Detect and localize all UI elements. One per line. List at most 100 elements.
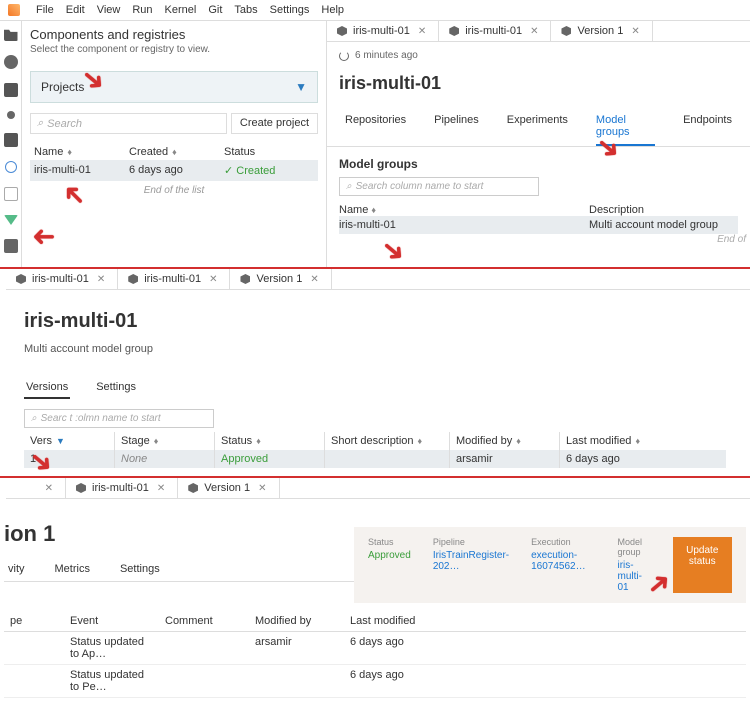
share-icon[interactable] [5, 161, 17, 173]
tab[interactable]: iris-multi-01✕ [6, 269, 118, 289]
tab[interactable]: Version 1✕ [178, 478, 279, 498]
puzzle-icon[interactable] [4, 239, 18, 253]
box-icon[interactable] [4, 187, 18, 201]
tab-settings[interactable]: Settings [118, 557, 162, 581]
create-project-button[interactable]: Create project [231, 113, 318, 134]
col-stage[interactable]: Stage♦ [114, 432, 214, 450]
close-icon[interactable]: ✕ [256, 483, 268, 494]
project-row[interactable]: iris-multi-01 6 days ago ✓ Created [30, 160, 318, 181]
dropdown-label: Projects [41, 80, 84, 94]
tab-experiments[interactable]: Experiments [507, 114, 568, 146]
magnifier-icon: ⌕ [37, 117, 43, 130]
end-of-list: End of the list [30, 185, 318, 196]
col-created[interactable]: Created♦ [129, 146, 224, 158]
cube-icon [337, 26, 347, 36]
mg-col-name[interactable]: Name ♦ [339, 204, 589, 216]
triangle-icon[interactable] [4, 215, 18, 225]
col-when[interactable]: Last modified [344, 611, 444, 631]
magnifier-icon: ⌕ [31, 413, 37, 424]
mg-search-input[interactable]: ⌕Search column name to start [339, 177, 539, 196]
mg-col-desc[interactable]: Description [589, 204, 738, 216]
menu-git[interactable]: Git [208, 4, 222, 16]
registry-dropdown[interactable]: Projects ▼ [30, 71, 318, 103]
col-version[interactable]: Vers▼ [24, 432, 114, 450]
tab-endpoints[interactable]: Endpoints [683, 114, 732, 146]
version-search-input[interactable]: ⌕Searc t :olmn name to start [24, 409, 214, 428]
close-icon[interactable]: ✕ [43, 483, 55, 494]
menu-view[interactable]: View [97, 4, 121, 16]
tab-pipelines[interactable]: Pipelines [434, 114, 479, 146]
mg-title: iris-multi-01 [24, 310, 726, 333]
menu-tabs[interactable]: Tabs [234, 4, 257, 16]
menu-help[interactable]: Help [321, 4, 344, 16]
pipeline-link[interactable]: IrisTrainRegister-202… [433, 550, 509, 572]
close-icon[interactable]: ✕ [155, 483, 167, 494]
tab-activity[interactable]: vity [6, 557, 27, 581]
col-desc[interactable]: Short description♦ [324, 432, 449, 450]
tab-repositories[interactable]: Repositories [345, 114, 406, 146]
model-groups-header: Model groups [327, 147, 750, 177]
end-of: End of [327, 234, 750, 245]
mg-row[interactable]: iris-multi-01 Multi account model group [339, 216, 738, 234]
tab[interactable]: Version 1✕ [230, 269, 331, 289]
tabbar-mid: iris-multi-01✕ iris-multi-01✕ Version 1✕ [6, 269, 750, 290]
close-icon[interactable]: ✕ [528, 26, 540, 37]
version-title: ion 1 [4, 507, 354, 557]
close-icon[interactable]: ✕ [629, 26, 641, 37]
tab-versions[interactable]: Versions [24, 377, 70, 399]
col-name[interactable]: Name♦ [34, 146, 129, 158]
col-type[interactable]: pe [4, 611, 64, 631]
tabbar-bot: ✕ iris-multi-01✕ Version 1✕ [6, 478, 750, 499]
menu-edit[interactable]: Edit [66, 4, 85, 16]
col-event[interactable]: Event [64, 611, 159, 631]
tab-version[interactable]: Version 1✕ [551, 21, 652, 41]
git-icon[interactable] [4, 55, 18, 69]
col-by[interactable]: Modified by♦ [449, 432, 559, 450]
execution-link[interactable]: execution-16074562… [531, 550, 595, 572]
close-icon[interactable]: ✕ [95, 274, 107, 285]
project-search-input[interactable]: ⌕ Search [30, 113, 227, 134]
menu-settings[interactable]: Settings [270, 4, 310, 16]
project-title: iris-multi-01 [327, 69, 750, 98]
menubar: File Edit View Run Kernel Git Tabs Setti… [0, 0, 750, 21]
update-status-button[interactable]: Update status [673, 537, 732, 593]
col-status[interactable]: Status [224, 146, 304, 158]
cube-icon [128, 274, 138, 284]
col-by[interactable]: Modified by [249, 611, 344, 631]
panel-title: Components and registries [30, 27, 318, 42]
tab-project-2[interactable]: iris-multi-01✕ [439, 21, 551, 41]
cube-icon [240, 274, 250, 284]
close-icon[interactable]: ✕ [207, 274, 219, 285]
tab-metrics[interactable]: Metrics [53, 557, 92, 581]
tab[interactable]: ✕ [6, 478, 66, 498]
tab[interactable]: iris-multi-01✕ [118, 269, 230, 289]
menu-file[interactable]: File [36, 4, 54, 16]
version-detail: ion 1 vity Metrics Settings StatusApprov… [0, 499, 750, 714]
model-group-link[interactable]: iris-multi-01 [617, 560, 650, 593]
version-row[interactable]: 1 None Approved arsamir 6 days ago [24, 450, 726, 468]
tab-settings[interactable]: Settings [94, 377, 138, 399]
sidebar [0, 21, 22, 267]
tab-project-1[interactable]: iris-multi-01✕ [327, 21, 439, 41]
menu-run[interactable]: Run [132, 4, 152, 16]
cube-icon [188, 483, 198, 493]
chevron-down-icon: ▼ [295, 80, 307, 94]
ext-icon[interactable] [4, 83, 18, 97]
status-value: Approved [368, 550, 411, 561]
folder-icon[interactable] [4, 27, 18, 41]
col-when[interactable]: Last modified♦ [559, 432, 679, 450]
panel-subtitle: Select the component or registry to view… [30, 44, 318, 55]
reload-icon[interactable] [339, 51, 349, 61]
menu-kernel[interactable]: Kernel [165, 4, 197, 16]
col-comment[interactable]: Comment [159, 611, 249, 631]
close-icon[interactable]: ✕ [308, 274, 320, 285]
event-row: Status updated to Ap… arsamir 6 days ago [4, 632, 746, 665]
search-icon[interactable] [7, 111, 15, 119]
tab[interactable]: iris-multi-01✕ [66, 478, 178, 498]
tabbar-top: iris-multi-01✕ iris-multi-01✕ Version 1✕ [327, 21, 750, 42]
list-icon[interactable] [4, 133, 18, 147]
version-info-card: StatusApproved PipelineIrisTrainRegister… [354, 527, 746, 603]
col-status[interactable]: Status♦ [214, 432, 324, 450]
close-icon[interactable]: ✕ [416, 26, 428, 37]
tab-model-groups[interactable]: Model groups [596, 114, 655, 146]
